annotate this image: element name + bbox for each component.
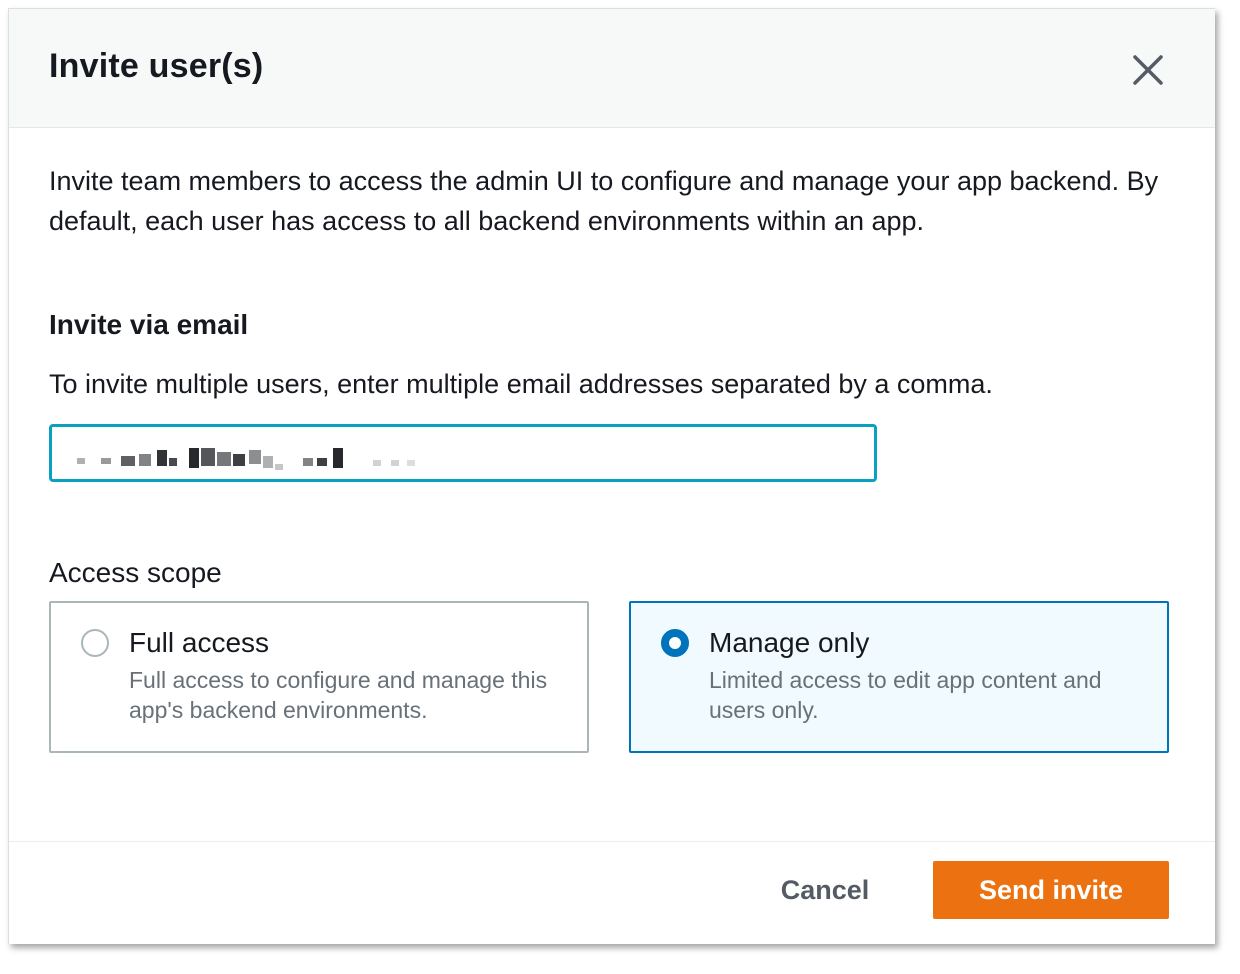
manage-only-description: Limited access to edit app content and u…	[709, 667, 1102, 723]
close-icon	[1133, 55, 1163, 85]
full-access-title: Full access	[129, 627, 270, 658]
access-scope-label: Access scope	[49, 557, 222, 588]
invite-users-dialog: Invite user(s) Invite team members to ac…	[8, 8, 1215, 944]
dialog-description: Invite team members to access the admin …	[49, 166, 1159, 236]
footer-divider	[9, 841, 1215, 842]
email-input[interactable]	[49, 424, 877, 482]
manage-only-option[interactable]: Manage only Limited access to edit app c…	[629, 601, 1169, 753]
full-access-radio[interactable]	[81, 629, 109, 657]
full-access-option[interactable]: Full access Full access to configure and…	[49, 601, 589, 753]
close-button[interactable]	[1129, 51, 1167, 89]
page: Invite user(s) Invite team members to ac…	[0, 0, 1240, 974]
send-invite-button[interactable]: Send invite	[933, 861, 1169, 919]
dialog-title: Invite user(s)	[49, 47, 264, 85]
full-access-description: Full access to configure and manage this…	[129, 667, 548, 723]
email-hint: To invite multiple users, enter multiple…	[49, 369, 993, 399]
manage-only-title: Manage only	[709, 627, 870, 658]
dialog-header: Invite user(s)	[9, 9, 1215, 128]
manage-only-radio[interactable]	[661, 629, 689, 657]
invite-via-email-heading: Invite via email	[49, 309, 249, 340]
cancel-button[interactable]: Cancel	[761, 861, 889, 919]
